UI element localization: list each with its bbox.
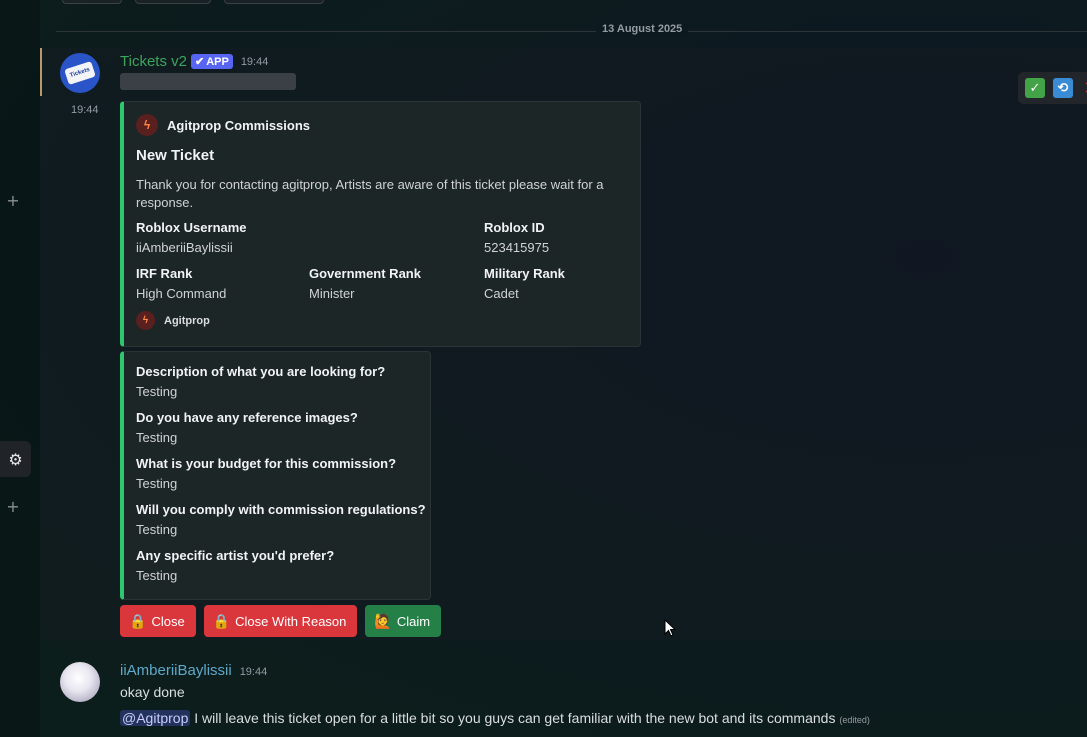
answer-text: Testing xyxy=(136,476,178,491)
question-text: Description of what you are looking for? xyxy=(136,364,386,379)
side-timestamp: 19:44 xyxy=(71,104,99,116)
field-name: Roblox ID xyxy=(484,220,545,235)
date-divider: 13 August 2025 xyxy=(596,23,689,35)
bot-avatar[interactable]: Tickets xyxy=(60,53,100,93)
question-text: What is your budget for this commission? xyxy=(136,456,397,471)
field-value: Minister xyxy=(309,286,355,301)
field-name: Government Rank xyxy=(309,266,421,281)
person-icon: 🙋 xyxy=(374,612,392,629)
left-rail: + ⚙ + xyxy=(0,0,40,737)
field-roblox-id: Roblox ID 523415975 xyxy=(484,218,549,258)
check-icon[interactable]: ✓ xyxy=(1025,78,1045,98)
close-with-reason-button[interactable]: 🔒 Close With Reason xyxy=(203,605,358,637)
embed-footer-text: Agitprop xyxy=(164,314,210,327)
question-item: Do you have any reference images? Testin… xyxy=(136,408,358,448)
field-roblox-username: Roblox Username iiAmberiiBaylissii xyxy=(136,218,247,258)
field-government-rank: Government Rank Minister xyxy=(309,264,421,304)
previous-message-buttons xyxy=(62,0,324,4)
questions-embed: Description of what you are looking for?… xyxy=(120,351,431,600)
lock-icon: 🔒 xyxy=(129,612,147,629)
message-actions: ✓ ⟲ ✕ xyxy=(1018,72,1087,104)
app-badge-label: APP xyxy=(206,55,229,68)
answer-text: Testing xyxy=(136,430,178,445)
message-timestamp: 19:44 xyxy=(240,55,269,68)
field-value: Cadet xyxy=(484,286,519,301)
user-message-header: iiAmberiiBaylissii 19:44 xyxy=(120,662,267,679)
field-value: iiAmberiiBaylissii xyxy=(136,240,233,255)
close-with-reason-label: Close With Reason xyxy=(235,613,347,629)
question-item: Any specific artist you'd prefer? Testin… xyxy=(136,546,334,586)
field-value: High Command xyxy=(136,286,227,301)
field-military-rank: Military Rank Cadet xyxy=(484,264,565,304)
question-item: What is your budget for this commission?… xyxy=(136,454,396,494)
answer-text: Testing xyxy=(136,568,178,583)
claim-button-label: Claim xyxy=(396,613,431,629)
embed-description: Thank you for contacting agitprop, Artis… xyxy=(136,177,604,210)
close-button[interactable]: 🔒 Close xyxy=(120,605,196,637)
embed-title: New Ticket xyxy=(136,147,215,164)
plus-icon[interactable]: + xyxy=(6,193,20,209)
mention[interactable]: @Agitprop xyxy=(120,710,191,726)
message-text: I will leave this ticket open for a litt… xyxy=(194,710,836,726)
field-value: 523415975 xyxy=(484,240,550,255)
question-text: Will you comply with commission regulati… xyxy=(136,502,426,517)
edited-label: (edited) xyxy=(839,715,870,725)
flame-icon: ϟ xyxy=(136,114,158,136)
previous-button[interactable] xyxy=(62,0,122,4)
user-username[interactable]: iiAmberiiBaylissii xyxy=(120,662,232,679)
ticket-buttons: 🔒 Close 🔒 Close With Reason 🙋 Claim xyxy=(120,605,442,637)
answer-text: Testing xyxy=(136,522,178,537)
ticket-icon: Tickets xyxy=(64,61,96,85)
user-avatar[interactable] xyxy=(60,662,100,702)
field-name: IRF Rank xyxy=(136,266,193,281)
date-divider-line xyxy=(56,31,1087,32)
mouse-cursor-icon xyxy=(664,619,676,637)
previous-button[interactable] xyxy=(135,0,211,4)
field-name: Military Rank xyxy=(484,266,565,281)
close-icon[interactable]: ✕ xyxy=(1081,78,1087,99)
bot-message-header: Tickets v2 ✔ APP 19:44 xyxy=(120,53,268,70)
claim-button[interactable]: 🙋 Claim xyxy=(365,605,442,637)
message-text-line: @Agitprop I will leave this ticket open … xyxy=(120,710,870,726)
question-text: Do you have any reference images? xyxy=(136,410,358,425)
question-text: Any specific artist you'd prefer? xyxy=(136,548,335,563)
embed-author-name: Agitprop Commissions xyxy=(167,117,311,133)
embed-author: ϟ Agitprop Commissions xyxy=(136,114,310,136)
answer-text: Testing xyxy=(136,384,178,399)
spoiler-content[interactable] xyxy=(120,73,296,90)
question-item: Description of what you are looking for?… xyxy=(136,362,385,402)
question-item: Will you comply with commission regulati… xyxy=(136,500,426,540)
embed-footer: ϟ Agitprop xyxy=(136,311,210,330)
lock-icon: 🔒 xyxy=(212,612,231,629)
close-button-label: Close xyxy=(151,613,185,629)
repeat-icon[interactable]: ⟲ xyxy=(1053,78,1073,98)
flame-icon: ϟ xyxy=(136,311,155,330)
message-timestamp: 19:44 xyxy=(239,666,268,678)
check-icon: ✔ xyxy=(194,56,205,68)
field-name: Roblox Username xyxy=(136,220,247,235)
plus-icon[interactable]: + xyxy=(6,499,20,515)
message-text: okay done xyxy=(120,684,185,700)
field-irf-rank: IRF Rank High Command xyxy=(136,264,226,304)
app-badge: ✔ APP xyxy=(190,54,233,69)
previous-button[interactable] xyxy=(224,0,324,4)
ticket-embed: ϟ Agitprop Commissions New Ticket Thank … xyxy=(120,101,641,347)
bot-username[interactable]: Tickets v2 xyxy=(120,53,187,70)
gear-icon[interactable]: ⚙ xyxy=(0,441,31,477)
